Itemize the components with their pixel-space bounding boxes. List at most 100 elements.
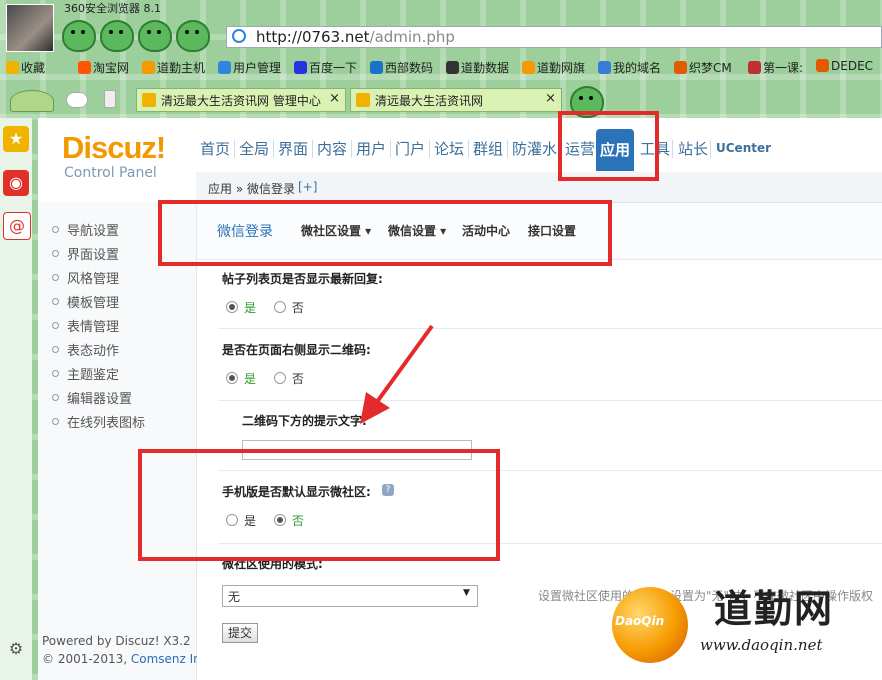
flag-icon: [522, 61, 535, 74]
nav-divider: [710, 140, 711, 158]
close-icon[interactable]: ×: [329, 91, 340, 106]
dede-icon: [674, 61, 687, 74]
annotation-arrow-icon: [360, 324, 434, 424]
tab-home[interactable]: 清远最大生活资讯网 ×: [350, 88, 562, 112]
powered-by: Powered by Discuz! X3.2: [42, 634, 191, 648]
watermark-brand: 道勤网: [714, 587, 835, 631]
nav-divider: [273, 140, 274, 158]
nav-global[interactable]: 全局: [239, 138, 269, 159]
bookmark-item[interactable]: 收藏: [6, 59, 45, 76]
bookmark-item[interactable]: 用户管理: [218, 59, 281, 76]
nav-ucenter[interactable]: UCenter: [716, 141, 771, 155]
sidebar-item-emoji[interactable]: 表情管理: [52, 316, 119, 335]
radio-yes[interactable]: [226, 301, 238, 313]
submit-button[interactable]: 提交: [222, 623, 258, 643]
radio-no[interactable]: [273, 301, 286, 313]
mail-icon[interactable]: @: [3, 212, 31, 240]
sidebar-item-ui[interactable]: 界面设置: [52, 244, 119, 263]
bookmark-item[interactable]: 淘宝网: [78, 59, 129, 76]
site-icon: [232, 29, 246, 43]
tab-admin[interactable]: 清远最大生活资讯网 管理中心 ×: [136, 88, 346, 112]
nav-divider: [468, 140, 469, 158]
nav-home[interactable]: 首页: [200, 138, 230, 159]
copyright: © 2001-2013, Comsenz Inc.: [42, 652, 212, 666]
mascot-icon: [138, 20, 172, 52]
gear-icon[interactable]: ⚙: [3, 636, 29, 662]
nav-user[interactable]: 用户: [356, 138, 386, 159]
bookmark-item[interactable]: 百度一下: [294, 59, 357, 76]
sidebar-item-action[interactable]: 表态动作: [52, 340, 119, 359]
sidebar-item-editor[interactable]: 编辑器设置: [52, 388, 132, 407]
browser-title: 360安全浏览器 8.1: [64, 2, 161, 15]
radio-no[interactable]: [273, 372, 286, 384]
discuz-logo: Discuz!: [62, 130, 166, 165]
baidu-icon: [294, 61, 307, 74]
bookmark-item[interactable]: 西部数码: [370, 59, 433, 76]
nav-portal[interactable]: 门户: [395, 138, 425, 159]
watermark-logo-text: DaoQin: [615, 614, 665, 628]
bookmark-item[interactable]: 道勤网旗: [522, 59, 585, 76]
page-icon: [142, 93, 156, 107]
nav-webmaster[interactable]: 站长: [678, 138, 708, 159]
setting-label-qrcode-text: 二维码下方的提示文字:: [242, 414, 367, 428]
star-icon: [6, 61, 19, 74]
sidebar-item-online-icon[interactable]: 在线列表图标: [52, 412, 145, 431]
nav-divider: [429, 140, 430, 158]
nav-divider: [234, 140, 235, 158]
nav-divider: [312, 140, 313, 158]
weibo-icon[interactable]: ◉: [3, 170, 29, 196]
mascot-icon: [100, 20, 134, 52]
bookmark-item[interactable]: 道勤数据: [446, 59, 509, 76]
setting-label-qrcode: 是否在页面右侧显示二维码:: [222, 343, 371, 357]
chevron-down-icon[interactable]: ▼: [463, 588, 470, 598]
daoqin-icon: [142, 61, 155, 74]
sidebar-item-nav[interactable]: 导航设置: [52, 220, 119, 239]
row-divider: [218, 328, 882, 329]
sidebar-item-template[interactable]: 模板管理: [52, 292, 119, 311]
bookmark-item[interactable]: 织梦CM: [674, 59, 732, 76]
tab-label: 清远最大生活资讯网 管理中心: [161, 94, 321, 108]
mode-select[interactable]: [222, 585, 478, 607]
row-divider: [218, 400, 882, 401]
address-text[interactable]: http://0763.net/admin.php: [256, 28, 455, 46]
breadcrumb: 应用 » 微信登录: [208, 182, 295, 196]
sidebar-item-stamp[interactable]: 主题鉴定: [52, 364, 119, 383]
users-icon: [218, 61, 231, 74]
highlight-box-mobile-setting: [138, 449, 500, 561]
phone-icon[interactable]: [104, 90, 116, 108]
logo-subtitle: Control Panel: [64, 165, 157, 181]
bookmark-item[interactable]: 第一课:: [748, 59, 803, 76]
sidebar-item-style[interactable]: 风格管理: [52, 268, 119, 287]
radio-yes[interactable]: [226, 372, 238, 384]
highlight-box-subnav: [158, 200, 612, 266]
close-icon[interactable]: ×: [545, 91, 556, 106]
nav-style[interactable]: 界面: [278, 138, 308, 159]
nav-group[interactable]: 群组: [473, 138, 503, 159]
page-icon: [356, 93, 370, 107]
dedec-icon: [816, 59, 829, 72]
cloud-icon[interactable]: [66, 92, 88, 108]
nav-content[interactable]: 内容: [317, 138, 347, 159]
nav-forum[interactable]: 论坛: [434, 138, 464, 159]
favorite-star-icon[interactable]: ★: [3, 126, 29, 152]
nav-divider: [351, 140, 352, 158]
radio-group-qrcode: 是 否: [226, 370, 318, 387]
taobao-icon: [78, 61, 91, 74]
bookmark-item[interactable]: DEDEC: [816, 59, 873, 73]
west-icon: [370, 61, 383, 74]
nav-divider: [672, 140, 673, 158]
nav-divider: [507, 140, 508, 158]
bookmark-item[interactable]: 我的域名: [598, 59, 661, 76]
mode-select-value: 无: [228, 590, 241, 604]
lesson-icon: [748, 61, 761, 74]
add-shortcut-link[interactable]: [+]: [298, 180, 317, 194]
mascot-icon: [176, 20, 210, 52]
mascot-icon: [10, 90, 54, 112]
nav-divider: [390, 140, 391, 158]
side-rail: [0, 118, 32, 680]
user-avatar[interactable]: [6, 4, 54, 52]
tab-label: 清远最大生活资讯网: [375, 94, 484, 108]
mascot-icon: [62, 20, 96, 52]
bookmark-item[interactable]: 道勤主机: [142, 59, 205, 76]
nav-antispam[interactable]: 防灌水: [512, 138, 557, 159]
